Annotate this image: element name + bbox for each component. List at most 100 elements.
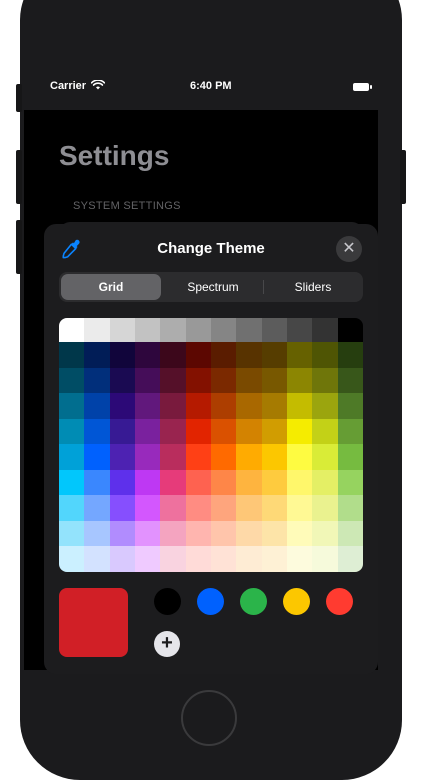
color-cell[interactable]: [160, 520, 186, 547]
color-cell[interactable]: [211, 495, 237, 521]
color-swatch[interactable]: [197, 588, 224, 615]
color-cell[interactable]: [84, 495, 110, 521]
color-cell[interactable]: [109, 546, 135, 572]
color-cell[interactable]: [287, 546, 313, 572]
color-swatch[interactable]: [283, 588, 310, 615]
color-cell[interactable]: [185, 418, 211, 445]
color-cell[interactable]: [236, 318, 262, 342]
color-cell[interactable]: [312, 495, 338, 521]
color-cell[interactable]: [211, 546, 237, 572]
color-cell[interactable]: [337, 444, 363, 470]
color-cell[interactable]: [84, 418, 110, 445]
color-cell[interactable]: [59, 444, 85, 470]
color-swatch[interactable]: [326, 588, 353, 615]
color-cell[interactable]: [236, 393, 262, 419]
color-cell[interactable]: [135, 393, 161, 419]
color-cell[interactable]: [185, 495, 211, 521]
color-cell[interactable]: [312, 418, 338, 445]
color-cell[interactable]: [59, 367, 85, 394]
color-cell[interactable]: [59, 342, 85, 368]
color-cell[interactable]: [59, 495, 85, 521]
color-cell[interactable]: [287, 342, 313, 368]
color-cell[interactable]: [261, 318, 287, 342]
color-cell[interactable]: [84, 367, 110, 394]
color-cell[interactable]: [211, 469, 237, 496]
color-cell[interactable]: [337, 469, 363, 496]
color-cell[interactable]: [135, 418, 161, 445]
color-cell[interactable]: [59, 393, 85, 419]
color-cell[interactable]: [59, 520, 85, 547]
color-cell[interactable]: [236, 469, 262, 496]
color-cell[interactable]: [261, 393, 287, 419]
color-cell[interactable]: [160, 393, 186, 419]
color-cell[interactable]: [84, 342, 110, 368]
color-cell[interactable]: [160, 469, 186, 496]
home-button[interactable]: [181, 690, 237, 746]
color-cell[interactable]: [287, 444, 313, 470]
color-cell[interactable]: [59, 318, 85, 342]
color-cell[interactable]: [337, 393, 363, 419]
color-cell[interactable]: [236, 444, 262, 470]
color-cell[interactable]: [135, 520, 161, 547]
color-cell[interactable]: [211, 444, 237, 470]
color-cell[interactable]: [312, 367, 338, 394]
color-cell[interactable]: [109, 418, 135, 445]
color-cell[interactable]: [337, 367, 363, 394]
color-cell[interactable]: [109, 393, 135, 419]
current-color-preview[interactable]: [59, 588, 128, 657]
color-cell[interactable]: [84, 318, 110, 342]
color-cell[interactable]: [287, 393, 313, 419]
color-cell[interactable]: [312, 342, 338, 368]
color-cell[interactable]: [185, 318, 211, 342]
color-cell[interactable]: [337, 418, 363, 445]
color-cell[interactable]: [287, 367, 313, 394]
color-cell[interactable]: [185, 469, 211, 496]
color-cell[interactable]: [135, 318, 161, 342]
color-cell[interactable]: [160, 367, 186, 394]
color-cell[interactable]: [211, 367, 237, 394]
color-cell[interactable]: [185, 444, 211, 470]
color-cell[interactable]: [135, 546, 161, 572]
color-cell[interactable]: [211, 520, 237, 547]
color-cell[interactable]: [261, 444, 287, 470]
color-cell[interactable]: [211, 342, 237, 368]
color-cell[interactable]: [236, 367, 262, 394]
close-button[interactable]: ✕: [336, 236, 362, 262]
color-cell[interactable]: [185, 520, 211, 547]
color-cell[interactable]: [337, 520, 363, 547]
color-cell[interactable]: [236, 418, 262, 445]
color-cell[interactable]: [312, 444, 338, 470]
color-swatch[interactable]: [240, 588, 267, 615]
color-cell[interactable]: [236, 546, 262, 572]
tab-sliders[interactable]: Sliders: [263, 272, 363, 302]
color-cell[interactable]: [312, 520, 338, 547]
color-cell[interactable]: [261, 469, 287, 496]
color-cell[interactable]: [109, 444, 135, 470]
color-cell[interactable]: [160, 342, 186, 368]
color-cell[interactable]: [109, 367, 135, 394]
color-cell[interactable]: [261, 546, 287, 572]
color-cell[interactable]: [185, 342, 211, 368]
color-cell[interactable]: [160, 318, 186, 342]
color-cell[interactable]: [312, 469, 338, 496]
color-cell[interactable]: [287, 318, 313, 342]
color-cell[interactable]: [287, 469, 313, 496]
color-cell[interactable]: [84, 546, 110, 572]
color-cell[interactable]: [236, 342, 262, 368]
color-cell[interactable]: [135, 342, 161, 368]
color-cell[interactable]: [160, 444, 186, 470]
color-swatch[interactable]: [154, 588, 181, 615]
color-cell[interactable]: [236, 495, 262, 521]
color-cell[interactable]: [312, 393, 338, 419]
color-cell[interactable]: [312, 546, 338, 572]
color-cell[interactable]: [59, 469, 85, 496]
color-cell[interactable]: [185, 393, 211, 419]
color-cell[interactable]: [109, 318, 135, 342]
color-cell[interactable]: [287, 520, 313, 547]
color-cell[interactable]: [337, 495, 363, 521]
color-cell[interactable]: [59, 546, 85, 572]
tab-grid[interactable]: Grid: [61, 274, 161, 300]
color-cell[interactable]: [211, 418, 237, 445]
color-cell[interactable]: [211, 393, 237, 419]
add-swatch-button[interactable]: +: [154, 631, 180, 657]
